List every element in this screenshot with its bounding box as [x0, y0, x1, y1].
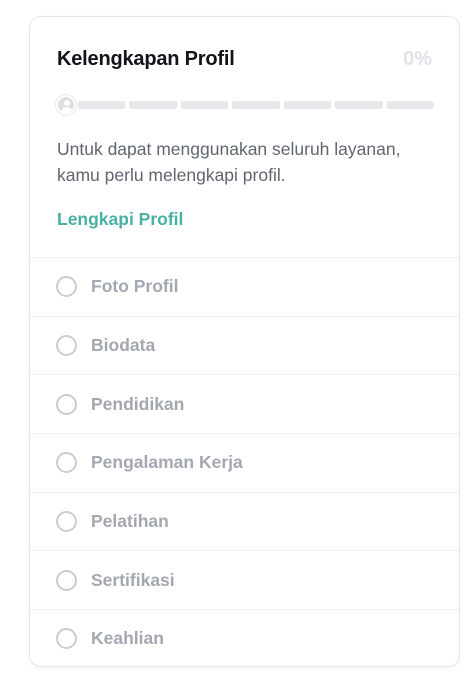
- progress-segment: [386, 101, 434, 109]
- completion-progress-bar: [56, 95, 434, 115]
- progress-segment: [129, 101, 177, 109]
- unchecked-circle-icon[interactable]: [56, 569, 77, 591]
- checklist-item-biodata[interactable]: Biodata: [30, 315, 459, 375]
- unchecked-circle-icon[interactable]: [56, 393, 77, 415]
- unchecked-circle-icon[interactable]: [56, 511, 77, 533]
- checklist-item-label: Pengalaman Kerja: [91, 452, 243, 473]
- checklist-item-pengalaman-kerja[interactable]: Pengalaman Kerja: [30, 433, 459, 492]
- profile-completeness-card: Kelengkapan Profil 0% Untuk dapat menggu…: [29, 16, 460, 667]
- checklist-item-sertifikasi[interactable]: Sertifikasi: [30, 550, 459, 609]
- checklist-item-label: Keahlian: [91, 628, 164, 649]
- checklist-item-pelatihan[interactable]: Pelatihan: [30, 491, 459, 551]
- checklist-item-foto-profil[interactable]: Foto Profil: [30, 257, 459, 316]
- user-avatar-icon: [56, 95, 76, 115]
- card-title: Kelengkapan Profil: [57, 48, 235, 70]
- complete-profile-link[interactable]: Lengkapi Profil: [57, 209, 183, 230]
- checklist-item-label: Pendidikan: [91, 393, 185, 414]
- progress-segment: [78, 101, 126, 109]
- checklist-item-label: Pelatihan: [91, 511, 169, 532]
- progress-segment: [335, 101, 383, 109]
- progress-segment: [283, 101, 332, 109]
- unchecked-circle-icon[interactable]: [56, 335, 77, 357]
- card-header: Kelengkapan Profil 0% Untuk dapat menggu…: [30, 17, 459, 257]
- checklist-item-label: Foto Profil: [91, 276, 179, 297]
- card-description: Untuk dapat menggunakan seluruh layanan,…: [57, 139, 401, 185]
- unchecked-circle-icon[interactable]: [56, 628, 77, 650]
- progress-segment: [232, 101, 280, 109]
- progress-segments: [78, 101, 434, 109]
- checklist-item-pendidikan[interactable]: Pendidikan: [30, 374, 459, 433]
- profile-checklist: Foto Profil Biodata Pendidikan Pengalama…: [30, 257, 459, 666]
- progress-segment: [180, 101, 229, 109]
- unchecked-circle-icon[interactable]: [56, 452, 77, 474]
- completion-percent: 0%: [403, 48, 432, 70]
- checklist-item-keahlian[interactable]: Keahlian: [30, 609, 459, 666]
- checklist-item-label: Biodata: [91, 335, 156, 356]
- checklist-item-label: Sertifikasi: [91, 569, 175, 590]
- unchecked-circle-icon[interactable]: [56, 276, 77, 298]
